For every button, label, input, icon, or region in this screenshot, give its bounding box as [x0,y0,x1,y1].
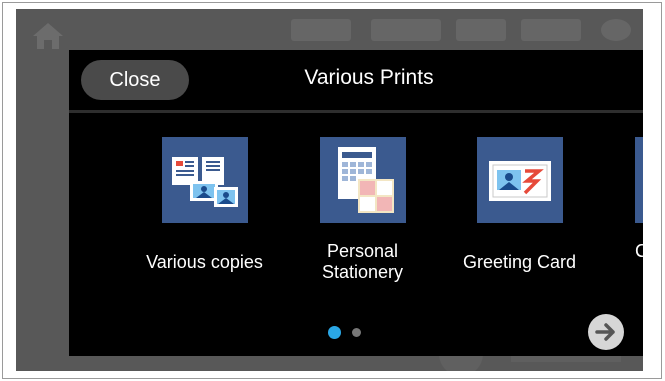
item-label: Greeting Card [462,252,577,272]
various-copies-icon [161,137,248,223]
close-button[interactable]: Close [81,60,189,100]
item-personal-stationery[interactable]: Personal Stationery [284,113,441,303]
item-greeting-card[interactable]: Greeting Card [441,113,598,303]
item-various-copies[interactable]: Various copies [126,113,283,303]
item-label: Various copies [146,252,263,272]
background-status-item [456,19,506,41]
item-copy-dvd[interactable]: Copy DVD [599,113,643,303]
home-icon [32,21,64,57]
copy-dvd-icon [634,137,643,223]
page-dot [352,328,361,337]
dialog-title: Various Prints [304,66,434,89]
items-carousel: Various copies Personal Stationery Greet… [69,113,643,303]
background-status-item [601,19,631,41]
arrow-right-circle-icon [595,323,615,341]
dialog-header: Close Various Prints [69,50,643,113]
personal-stationery-icon [319,137,406,223]
various-prints-dialog: Close Various Prints Various copies Pers… [69,50,643,356]
greeting-card-icon [476,137,563,223]
background-status-item [371,19,441,41]
printer-panel-screen: Close Various Prints Various copies Pers… [16,9,643,371]
item-label: Copy DVD [634,241,643,261]
background-status-item [521,19,581,41]
screenshot-frame: Close Various Prints Various copies Pers… [2,2,662,379]
page-dot-active [328,326,341,339]
item-label: Personal Stationery [321,241,404,282]
next-page-button[interactable] [588,314,624,350]
background-status-item [291,19,351,41]
